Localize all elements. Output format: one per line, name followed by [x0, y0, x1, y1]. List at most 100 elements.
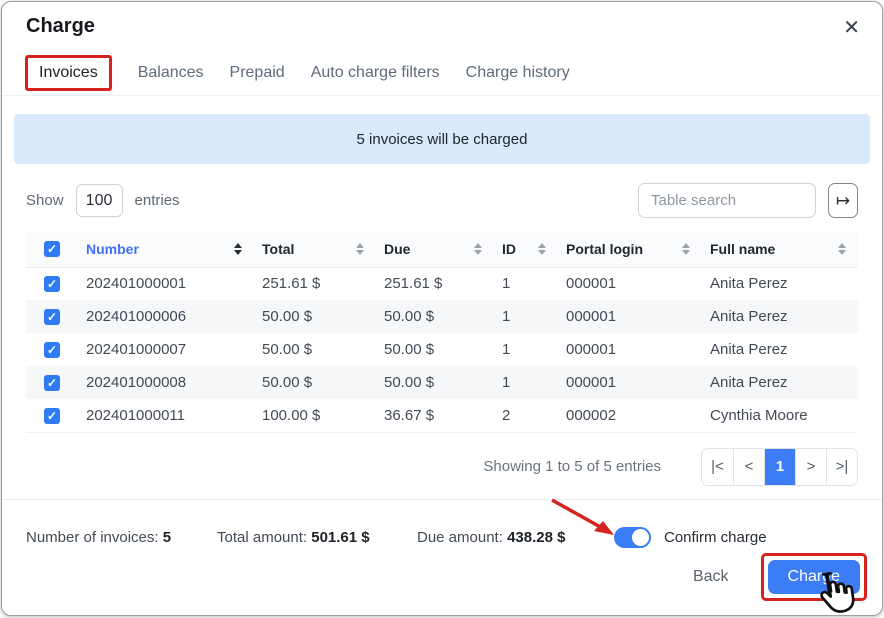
cell-total: 50.00 $ — [254, 333, 376, 366]
table-controls: Show entries ↦ — [26, 183, 858, 218]
last-page-button[interactable]: >| — [826, 449, 857, 485]
toggle-knob — [632, 529, 649, 546]
tab-balances[interactable]: Balances — [138, 64, 204, 82]
pagination-row: Showing 1 to 5 of 5 entries |< < 1 > >| — [26, 448, 858, 486]
confirm-charge-toggle[interactable] — [614, 527, 651, 548]
row-checkbox-cell — [26, 267, 78, 300]
search-input[interactable] — [638, 183, 816, 218]
sort-number[interactable]: Number — [86, 241, 246, 257]
sort-due[interactable]: Due — [384, 241, 486, 257]
cell-full-name: Cynthia Moore — [702, 399, 858, 432]
row-checkbox[interactable] — [44, 408, 60, 424]
due-amount-stat: Due amount: 438.28 $ — [417, 529, 614, 546]
info-banner: 5 invoices will be charged — [14, 114, 870, 164]
first-page-button[interactable]: |< — [702, 449, 733, 485]
table-row: 202401000011 100.00 $ 36.67 $ 2 000002 C… — [26, 399, 858, 432]
checkmark-icon — [44, 342, 60, 358]
cell-portal-login: 000001 — [558, 333, 702, 366]
sort-icon[interactable] — [474, 243, 482, 255]
tab-prepaid[interactable]: Prepaid — [230, 64, 285, 82]
table-header: Number Total Due — [26, 232, 858, 267]
confirm-charge-label: Confirm charge — [664, 529, 767, 546]
total-amount-stat: Total amount: 501.61 $ — [217, 529, 417, 546]
cell-id: 1 — [494, 300, 558, 333]
search-controls: ↦ — [638, 183, 858, 218]
tab-bar: Invoices Balances Prepaid Auto charge fi… — [2, 50, 882, 96]
table-row: 202401000006 50.00 $ 50.00 $ 1 000001 An… — [26, 300, 858, 333]
row-checkbox[interactable] — [44, 375, 60, 391]
table-row: 202401000007 50.00 $ 50.00 $ 1 000001 An… — [26, 333, 858, 366]
modal-header: Charge ✕ — [2, 2, 882, 38]
cell-portal-login: 000002 — [558, 399, 702, 432]
checkmark-icon — [44, 241, 60, 257]
sort-icon[interactable] — [356, 243, 364, 255]
checkmark-icon — [44, 408, 60, 424]
cell-due: 50.00 $ — [376, 366, 494, 399]
page-size-control: Show entries — [26, 184, 180, 217]
row-checkbox-cell — [26, 333, 78, 366]
cell-total: 100.00 $ — [254, 399, 376, 432]
invoice-table: Number Total Due — [26, 232, 858, 433]
row-checkbox[interactable] — [44, 276, 60, 292]
invoice-table-body: 202401000001 251.61 $ 251.61 $ 1 000001 … — [26, 267, 858, 432]
sort-total[interactable]: Total — [262, 241, 368, 257]
entries-label: entries — [135, 192, 180, 209]
sort-icon[interactable] — [234, 243, 242, 255]
page-size-input[interactable] — [76, 184, 123, 217]
cell-number: 202401000011 — [78, 399, 254, 432]
cell-due: 50.00 $ — [376, 300, 494, 333]
cell-id: 1 — [494, 267, 558, 300]
sort-icon[interactable] — [838, 243, 846, 255]
next-page-button[interactable]: > — [795, 449, 826, 485]
tab-charge-history[interactable]: Charge history — [466, 64, 570, 82]
back-button[interactable]: Back — [687, 567, 735, 587]
cell-number: 202401000001 — [78, 267, 254, 300]
row-checkbox-cell — [26, 366, 78, 399]
column-header-total: Total — [254, 232, 376, 267]
cell-total: 50.00 $ — [254, 366, 376, 399]
cell-total: 251.61 $ — [254, 267, 376, 300]
export-icon: ↦ — [836, 191, 850, 211]
cell-full-name: Anita Perez — [702, 366, 858, 399]
table-row: 202401000008 50.00 $ 50.00 $ 1 000001 An… — [26, 366, 858, 399]
close-icon[interactable]: ✕ — [843, 18, 860, 38]
cell-full-name: Anita Perez — [702, 333, 858, 366]
row-checkbox[interactable] — [44, 309, 60, 325]
invoice-count-stat: Number of invoices: 5 — [26, 529, 217, 546]
charge-modal: Charge ✕ Invoices Balances Prepaid Auto … — [1, 1, 883, 616]
pagination-summary: Showing 1 to 5 of 5 entries — [483, 458, 661, 475]
select-all-checkbox[interactable] — [44, 241, 60, 257]
cell-due: 251.61 $ — [376, 267, 494, 300]
sort-portal-login[interactable]: Portal login — [566, 241, 694, 257]
column-header-full-name: Full name — [702, 232, 858, 267]
cell-id: 2 — [494, 399, 558, 432]
cell-total: 50.00 $ — [254, 300, 376, 333]
tab-auto-charge-filters[interactable]: Auto charge filters — [311, 64, 440, 82]
sort-id[interactable]: ID — [502, 241, 550, 257]
cell-full-name: Anita Perez — [702, 300, 858, 333]
export-button[interactable]: ↦ — [828, 183, 858, 218]
cell-due: 50.00 $ — [376, 333, 494, 366]
column-header-id: ID — [494, 232, 558, 267]
column-header-number: Number — [78, 232, 254, 267]
prev-page-button[interactable]: < — [733, 449, 764, 485]
checkmark-icon — [44, 309, 60, 325]
column-header-due: Due — [376, 232, 494, 267]
sort-icon[interactable] — [682, 243, 690, 255]
row-checkbox[interactable] — [44, 342, 60, 358]
cell-number: 202401000007 — [78, 333, 254, 366]
sort-icon[interactable] — [538, 243, 546, 255]
sort-full-name[interactable]: Full name — [710, 241, 850, 257]
row-checkbox-cell — [26, 300, 78, 333]
charge-button[interactable]: Charge — [768, 560, 860, 594]
column-header-portal-login: Portal login — [558, 232, 702, 267]
page-1-button[interactable]: 1 — [764, 449, 795, 485]
cell-number: 202401000008 — [78, 366, 254, 399]
tab-invoices[interactable]: Invoices — [39, 64, 98, 81]
header-checkbox-cell — [26, 232, 78, 267]
show-label: Show — [26, 192, 64, 209]
cell-id: 1 — [494, 366, 558, 399]
actions-row: Back Charge — [2, 548, 882, 601]
checkmark-icon — [44, 375, 60, 391]
cell-due: 36.67 $ — [376, 399, 494, 432]
